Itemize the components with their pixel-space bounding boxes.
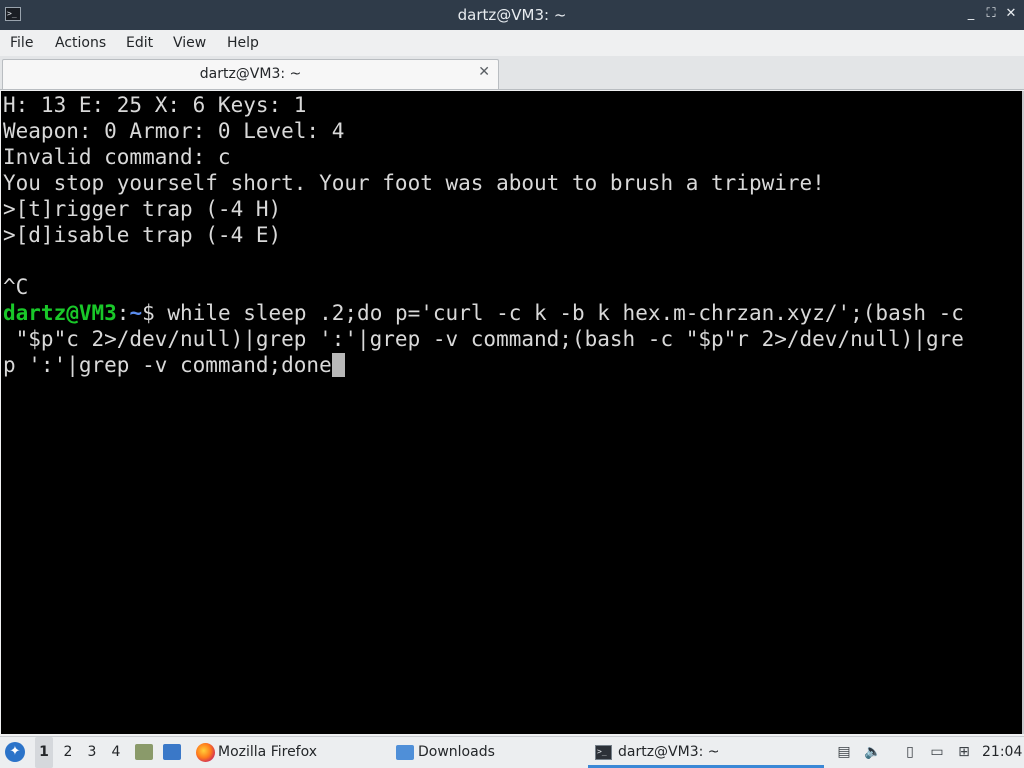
menu-actions[interactable]: Actions xyxy=(55,35,106,51)
command-text: while sleep .2;do p='curl -c k -b k hex.… xyxy=(154,301,964,325)
tab-close-icon[interactable]: ✕ xyxy=(478,64,490,80)
tab-bar: dartz@VM3: ~ ✕ xyxy=(0,56,1024,90)
minimize-icon[interactable]: _ xyxy=(962,5,980,23)
task-downloads[interactable]: Downloads xyxy=(418,737,495,768)
terminal-line: H: 13 E: 25 X: 6 Keys: 1 xyxy=(3,93,307,117)
menu-file[interactable]: File xyxy=(10,35,33,51)
menu-bar: File Actions Edit View Help xyxy=(0,30,1024,56)
prompt-path: ~ xyxy=(129,301,143,325)
prompt-line: dartz@VM3:~$ while sleep .2;do p='curl -… xyxy=(3,300,964,326)
menu-view[interactable]: View xyxy=(173,35,206,51)
clock[interactable]: 21:04 xyxy=(982,737,1022,768)
firefox-icon xyxy=(196,743,215,762)
tab-label: dartz@VM3: ~ xyxy=(199,66,302,82)
command-line: "$p"c 2>/dev/null)|grep ':'|grep -v comm… xyxy=(3,327,964,351)
task-terminal[interactable]: dartz@VM3: ~ xyxy=(618,737,720,768)
file-manager-launcher-icon[interactable] xyxy=(135,744,153,760)
command-text: p ':'|grep -v command;done xyxy=(3,353,332,377)
maximize-icon[interactable]: ⛶ xyxy=(982,5,1000,23)
terminal-line: Invalid command: c xyxy=(3,145,231,169)
prompt-user: dartz@VM3 xyxy=(3,301,117,325)
window-title: dartz@VM3: ~ xyxy=(457,6,567,24)
terminal-line: ^C xyxy=(3,275,29,299)
desktop-3-button[interactable]: 3 xyxy=(83,737,101,768)
desktop-1-button[interactable]: 1 xyxy=(35,737,53,768)
prompt-dollar: $ xyxy=(142,301,155,325)
clipboard-tray-icon[interactable]: ▤ xyxy=(836,744,852,760)
window-titlebar[interactable]: >_ dartz@VM3: ~ _ ⛶ ✕ xyxy=(0,0,1024,30)
tab-terminal[interactable]: dartz@VM3: ~ ✕ xyxy=(2,59,499,89)
terminal-output[interactable]: H: 13 E: 25 X: 6 Keys: 1 Weapon: 0 Armor… xyxy=(1,91,1022,734)
terminal-line: >[t]rigger trap (-4 H) xyxy=(3,197,282,221)
menu-edit[interactable]: Edit xyxy=(126,35,153,51)
taskbar: ✦ 1 2 3 4 Mozilla Firefox Downloads >_ d… xyxy=(0,736,1024,768)
network-icon[interactable]: ⊞ xyxy=(956,744,972,760)
task-firefox[interactable]: Mozilla Firefox xyxy=(218,737,317,768)
terminal-icon: >_ xyxy=(595,745,612,760)
notes-tray-icon[interactable]: ▯ xyxy=(902,744,918,760)
close-icon[interactable]: ✕ xyxy=(1002,5,1020,23)
desktop-2-button[interactable]: 2 xyxy=(59,737,77,768)
folder-icon xyxy=(396,745,414,760)
menu-help[interactable]: Help xyxy=(227,35,259,51)
desktop-4-button[interactable]: 4 xyxy=(107,737,125,768)
prompt-colon: : xyxy=(116,301,130,325)
terminal-line: >[d]isable trap (-4 E) xyxy=(3,223,282,247)
terminal-line: You stop yourself short. Your foot was a… xyxy=(3,171,825,195)
terminal-line: Weapon: 0 Armor: 0 Level: 4 xyxy=(3,119,345,143)
start-menu-icon[interactable]: ✦ xyxy=(5,742,25,762)
show-desktop-icon[interactable] xyxy=(163,744,181,760)
monitor-tray-icon[interactable]: ▭ xyxy=(929,744,945,760)
command-line-last: p ':'|grep -v command;done xyxy=(3,352,345,378)
volume-icon[interactable]: 🔈 xyxy=(864,744,881,760)
text-cursor xyxy=(331,353,345,377)
